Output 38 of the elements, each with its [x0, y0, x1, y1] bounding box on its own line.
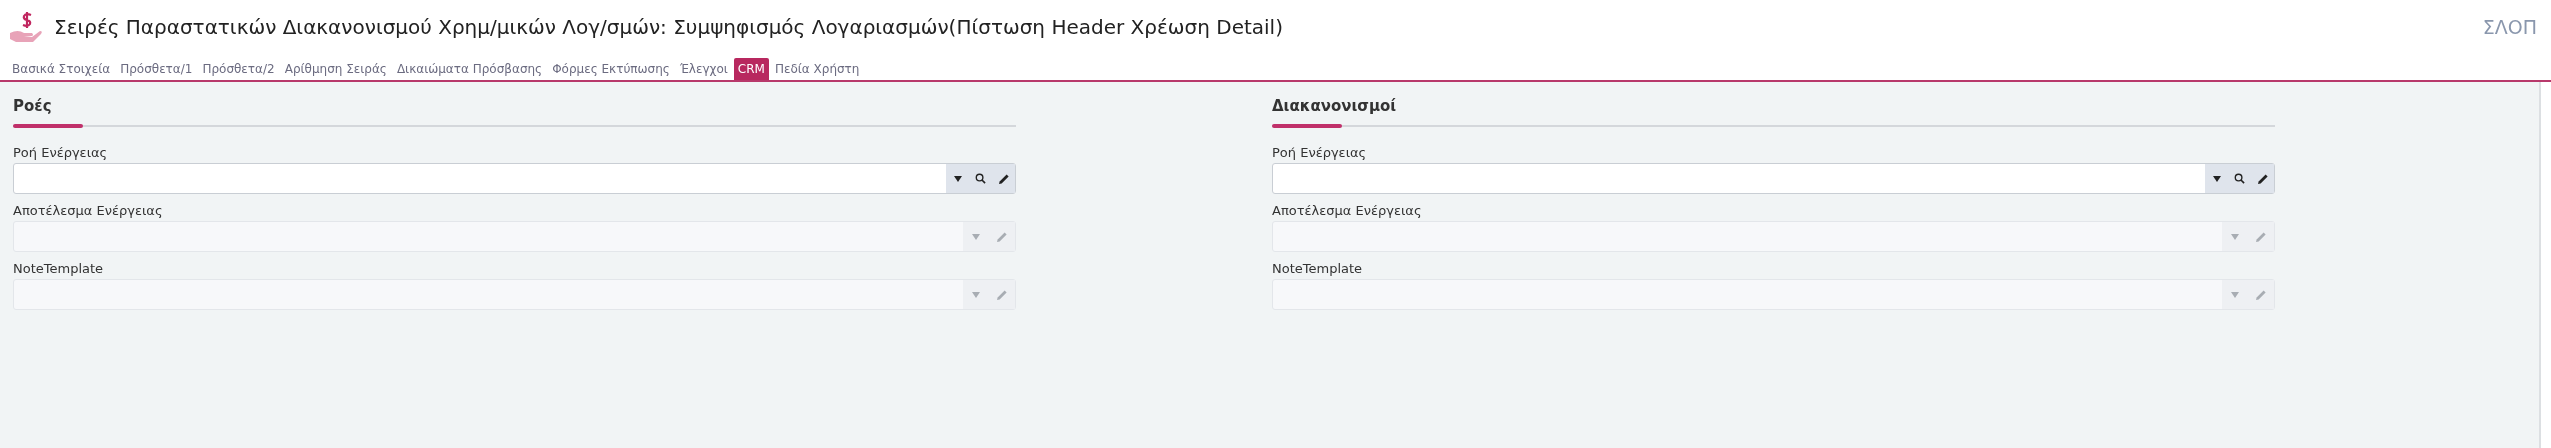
caret-icon	[953, 175, 962, 182]
pencil-icon	[996, 288, 1008, 301]
search-icon	[975, 173, 986, 184]
tab[interactable]: Δικαιώματα Πρόσβασης	[392, 58, 547, 80]
tab[interactable]: Έλεγχοι	[675, 58, 732, 80]
section-underline	[1272, 124, 1342, 128]
caret-icon	[972, 291, 980, 298]
tab[interactable]: Πεδία Χρήστη	[770, 58, 864, 80]
tab[interactable]: Αρίθμηση Σειράς	[280, 58, 391, 80]
caret-icon	[2231, 233, 2239, 240]
search-icon	[2234, 173, 2245, 184]
section-title: Ροές	[13, 96, 53, 116]
caret-icon	[2212, 175, 2221, 182]
pencil-icon	[996, 230, 1008, 243]
field-label: Ροή Ενέργειας	[1272, 145, 1368, 161]
page-title: Σειρές Παραστατικών Διακανονισμού Χρημ/μικών Λογ/σμών: Συμψηφισμός Λογαριασμών(Πίστωση Header Χρέωση Detail)	[54, 14, 1283, 41]
section-title: Διακανονισμοί	[1272, 96, 1398, 116]
combo-field[interactable]	[13, 163, 1016, 194]
money-hand-icon	[8, 9, 44, 45]
field-label: Ροή Ενέργειας	[13, 145, 109, 161]
field-label: NoteTemplate	[1272, 261, 1364, 277]
pencil-icon	[2256, 172, 2269, 185]
pencil-icon	[2255, 288, 2267, 301]
tab[interactable]: Φόρμες Εκτύπωσης	[548, 58, 674, 80]
caret-icon	[2231, 291, 2239, 298]
user-initials[interactable]: ΣΛΟΠ	[2482, 12, 2537, 42]
section-underline	[13, 124, 83, 128]
tab[interactable]: Βασικά Στοιχεία	[8, 58, 115, 80]
tab[interactable]: CRM	[733, 58, 769, 80]
pencil-icon	[2255, 230, 2267, 243]
field-label: Αποτέλεσμα Ενέργειας	[13, 203, 164, 219]
tab[interactable]: Πρόσθετα/1	[116, 58, 197, 80]
field-label: NoteTemplate	[13, 261, 105, 277]
combo-field[interactable]	[1272, 163, 2275, 194]
field-label: Αποτέλεσμα Ενέργειας	[1272, 203, 1423, 219]
caret-icon	[972, 233, 980, 240]
tab[interactable]: Πρόσθετα/2	[198, 58, 279, 80]
pencil-icon	[997, 172, 1010, 185]
